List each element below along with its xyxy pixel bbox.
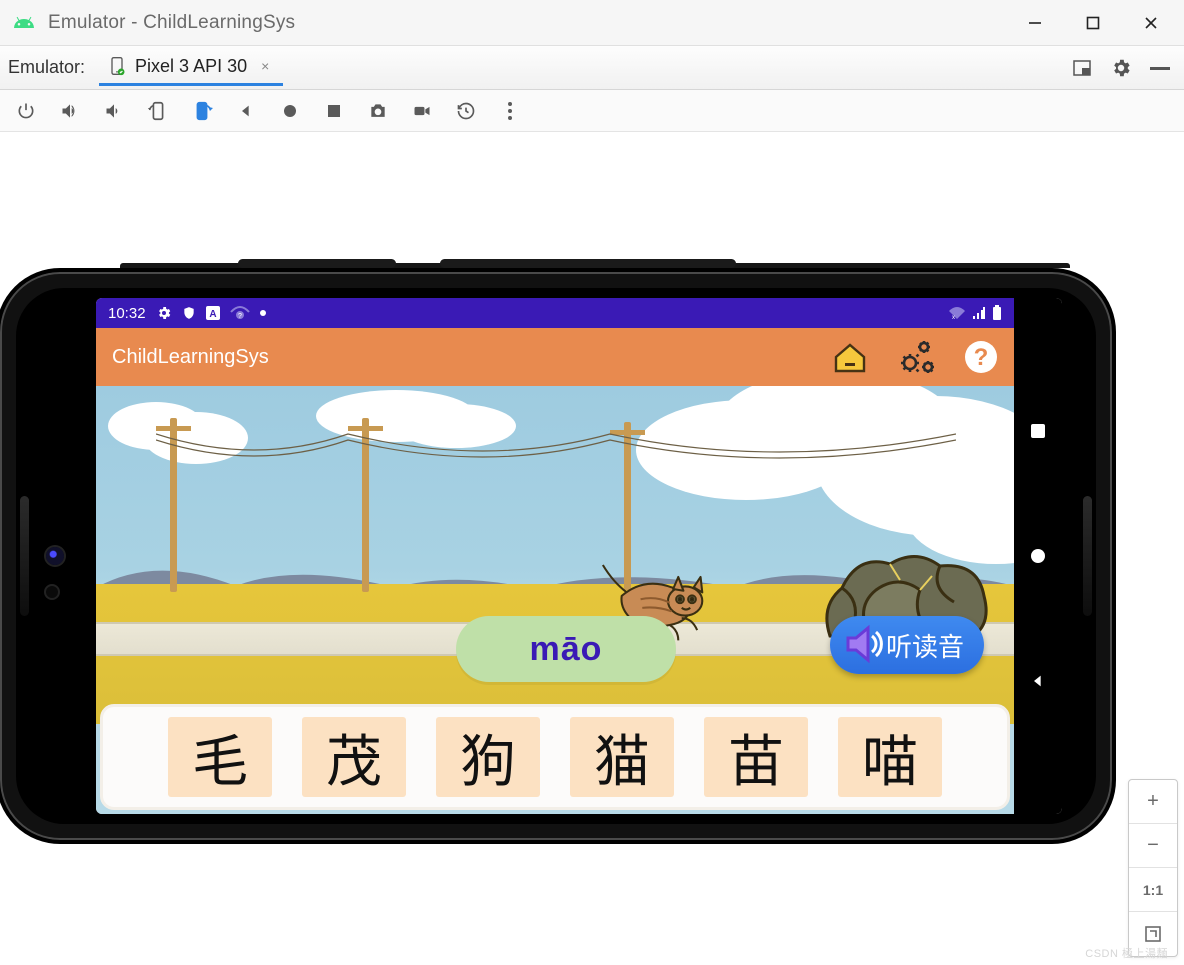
- choice-tile[interactable]: 喵: [838, 717, 942, 797]
- settings-gear-icon[interactable]: [1110, 57, 1132, 79]
- square-a-icon: A: [206, 306, 220, 320]
- rotate-left-icon[interactable]: [146, 99, 170, 123]
- android-icon: [12, 11, 36, 35]
- speaker-grill-right: [1083, 496, 1092, 616]
- choice-char: 茂: [326, 717, 382, 798]
- speaker-grill-left: [20, 496, 29, 616]
- app-title-text: ChildLearningSys: [112, 346, 269, 369]
- dot-status-icon: [260, 310, 266, 316]
- listen-label: 听读音: [886, 627, 964, 664]
- choice-tile[interactable]: 苗: [704, 717, 808, 797]
- sensor-dot-icon: [46, 586, 58, 598]
- window-title: Emulator - ChildLearningSys: [48, 12, 295, 34]
- rotate-right-icon[interactable]: [190, 99, 214, 123]
- battery-icon: [992, 305, 1002, 321]
- choice-tile[interactable]: 猫: [570, 717, 674, 797]
- svg-text:?: ?: [974, 344, 989, 371]
- signal-icon: [972, 306, 986, 320]
- svg-text:x: x: [952, 315, 955, 320]
- game-scene: māo 听读音 毛 茂 狗 猫 苗 喵: [96, 386, 1014, 814]
- volume-down-icon[interactable]: [102, 99, 126, 123]
- device-tab[interactable]: Pixel 3 API 30 ×: [99, 50, 283, 86]
- minimize-panel-icon[interactable]: [1150, 65, 1170, 71]
- appbar-help-button[interactable]: ?: [964, 340, 998, 374]
- emulator-toolbar: [0, 90, 1184, 132]
- choice-char: 狗: [460, 717, 516, 798]
- window-minimize-button[interactable]: [1006, 0, 1064, 46]
- choice-char: 苗: [728, 717, 784, 798]
- back-nav-icon[interactable]: [234, 99, 258, 123]
- camera-icon[interactable]: [366, 99, 390, 123]
- svg-text:?: ?: [238, 313, 242, 320]
- gear-status-icon: [156, 305, 172, 321]
- speaker-icon: [838, 620, 886, 668]
- app-appbar: ChildLearningSys ?: [96, 328, 1014, 386]
- history-icon[interactable]: [454, 99, 478, 123]
- choice-tile[interactable]: 茂: [302, 717, 406, 797]
- pinyin-bubble: māo: [456, 616, 676, 682]
- choice-tile[interactable]: 狗: [436, 717, 540, 797]
- record-icon[interactable]: [410, 99, 434, 123]
- device-back-button[interactable]: [1028, 671, 1048, 691]
- wifi-icon: x: [948, 306, 966, 320]
- svg-text:A: A: [209, 309, 216, 320]
- overview-nav-icon[interactable]: [322, 99, 346, 123]
- window-titlebar: Emulator - ChildLearningSys: [0, 0, 1184, 46]
- choice-char: 毛: [192, 717, 248, 798]
- device-icon: [107, 56, 127, 76]
- appbar-settings-button[interactable]: [896, 339, 936, 375]
- tab-close-button[interactable]: ×: [261, 58, 269, 74]
- choice-char: 猫: [594, 717, 650, 798]
- pole-decor: [170, 418, 177, 592]
- power-icon[interactable]: [14, 99, 38, 123]
- front-camera-icon: [46, 547, 64, 565]
- pole-decor: [362, 418, 369, 592]
- device-overview-button[interactable]: [1028, 421, 1048, 441]
- listen-button[interactable]: 听读音: [830, 616, 984, 674]
- zoom-out-button[interactable]: −: [1129, 824, 1177, 868]
- device-frame: 10:32 A ? x: [0, 268, 1116, 844]
- device-navbar: [1014, 298, 1062, 814]
- volume-up-icon[interactable]: [58, 99, 82, 123]
- device-tab-label: Pixel 3 API 30: [135, 56, 247, 77]
- choice-tile[interactable]: 毛: [168, 717, 272, 797]
- choice-char: 喵: [862, 717, 918, 798]
- watermark-text: CSDN 極上湯麵: [1085, 945, 1168, 961]
- tab-row: Emulator: Pixel 3 API 30 ×: [0, 46, 1184, 90]
- tabrow-label: Emulator:: [8, 57, 85, 78]
- zoom-panel: + − 1:1: [1128, 779, 1178, 957]
- zoom-in-button[interactable]: +: [1129, 780, 1177, 824]
- zoom-fit-button[interactable]: 1:1: [1129, 868, 1177, 912]
- android-statusbar: 10:32 A ? x: [96, 298, 1014, 328]
- choices-bar: 毛 茂 狗 猫 苗 喵: [100, 704, 1010, 810]
- appbar-home-button[interactable]: [832, 341, 868, 373]
- content-area: 10:32 A ? x: [0, 132, 1184, 965]
- window-maximize-button[interactable]: [1064, 0, 1122, 46]
- status-time: 10:32: [108, 305, 146, 322]
- device-screen: 10:32 A ? x: [96, 298, 1062, 814]
- wifi-help-icon: ?: [230, 306, 250, 320]
- more-icon[interactable]: [498, 99, 522, 123]
- shield-status-icon: [182, 305, 196, 321]
- pinyin-text: māo: [530, 630, 603, 669]
- window-mode-icon[interactable]: [1072, 58, 1092, 78]
- window-close-button[interactable]: [1122, 0, 1180, 46]
- device-home-button[interactable]: [1028, 546, 1048, 566]
- home-nav-icon[interactable]: [278, 99, 302, 123]
